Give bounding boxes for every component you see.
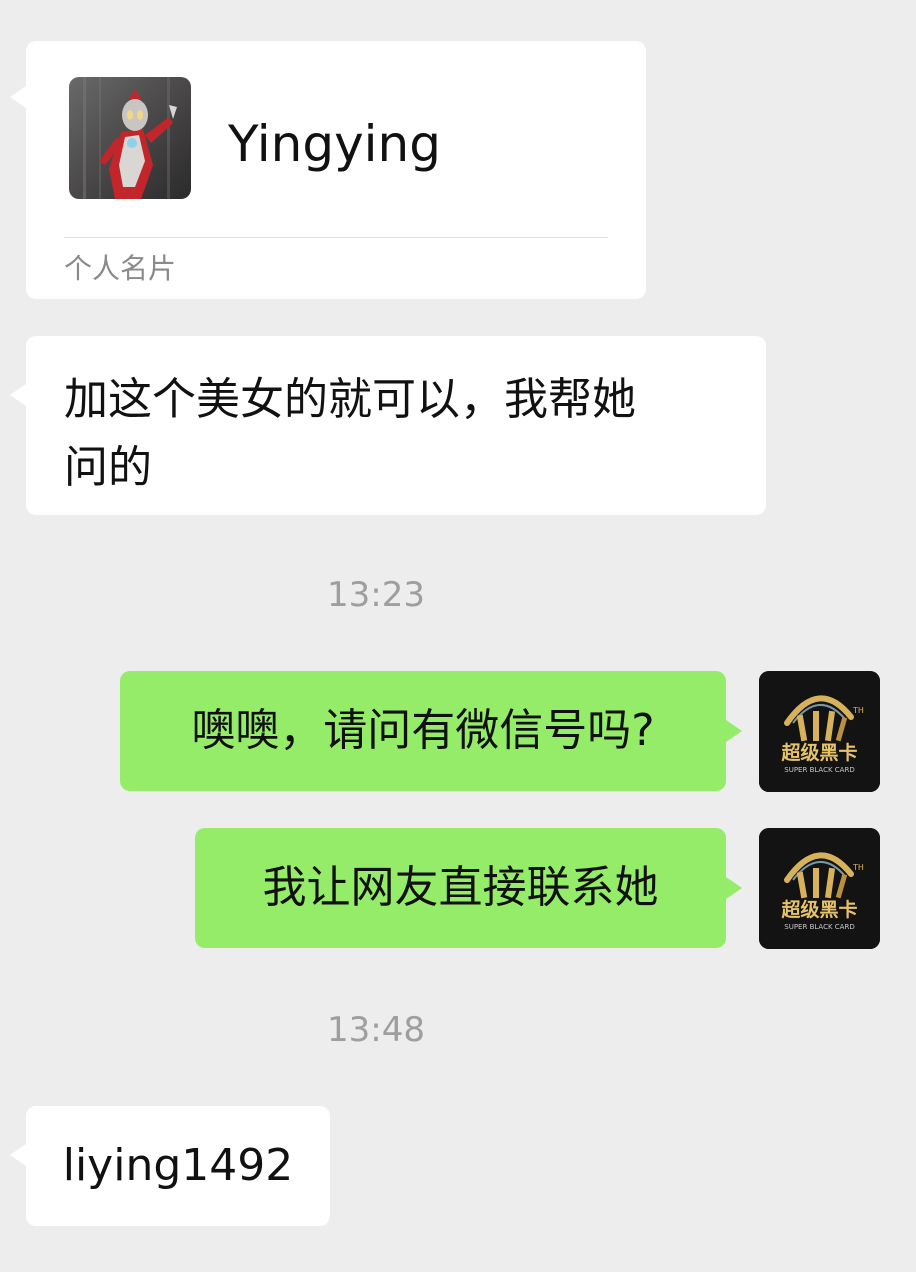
card-type-label: 个人名片 [64,252,177,285]
outgoing-message-bubble[interactable]: 噢噢，请问有微信号吗? [120,671,742,791]
contact-name: Yingying [228,115,441,173]
contact-card-bubble[interactable]: Yingying 个人名片 [10,41,646,299]
message-text-line-1: 加这个美女的就可以，我帮她 [64,374,636,425]
outgoing-message-bubble[interactable]: 我让网友直接联系她 [195,828,742,948]
incoming-message-bubble[interactable]: 加这个美女的就可以，我帮她 问的 [10,336,766,515]
message-text: 我让网友直接联系她 [262,862,659,913]
superhero-avatar-icon [69,77,191,199]
avatar-subtitle: SUPER BLACK CARD [784,923,854,931]
avatar-subtitle: SUPER BLACK CARD [784,766,854,774]
avatar-title: 超级黑卡 [780,741,857,764]
avatar-title: 超级黑卡 [780,898,857,921]
my-avatar[interactable]: TH 超级黑卡 SUPER BLACK CARD [759,671,880,792]
message-text: 加这个美女的就可以，我帮她 问的 [64,366,766,502]
my-avatar[interactable]: TH 超级黑卡 SUPER BLACK CARD [759,828,880,949]
timestamp: 13:48 [327,1010,425,1050]
timestamp: 13:23 [327,575,425,615]
super-black-card-logo-icon: TH 超级黑卡 SUPER BLACK CARD [759,828,880,949]
message-text-line-2: 问的 [64,442,152,493]
card-divider [64,237,608,238]
th-mark: TH [852,863,864,872]
th-mark: TH [852,706,864,715]
message-text: 噢噢，请问有微信号吗? [191,705,655,756]
incoming-message-bubble[interactable]: liying1492 [10,1106,330,1226]
message-text: liying1492 [62,1140,294,1191]
contact-avatar[interactable] [69,77,191,199]
super-black-card-logo-icon: TH 超级黑卡 SUPER BLACK CARD [759,671,880,792]
